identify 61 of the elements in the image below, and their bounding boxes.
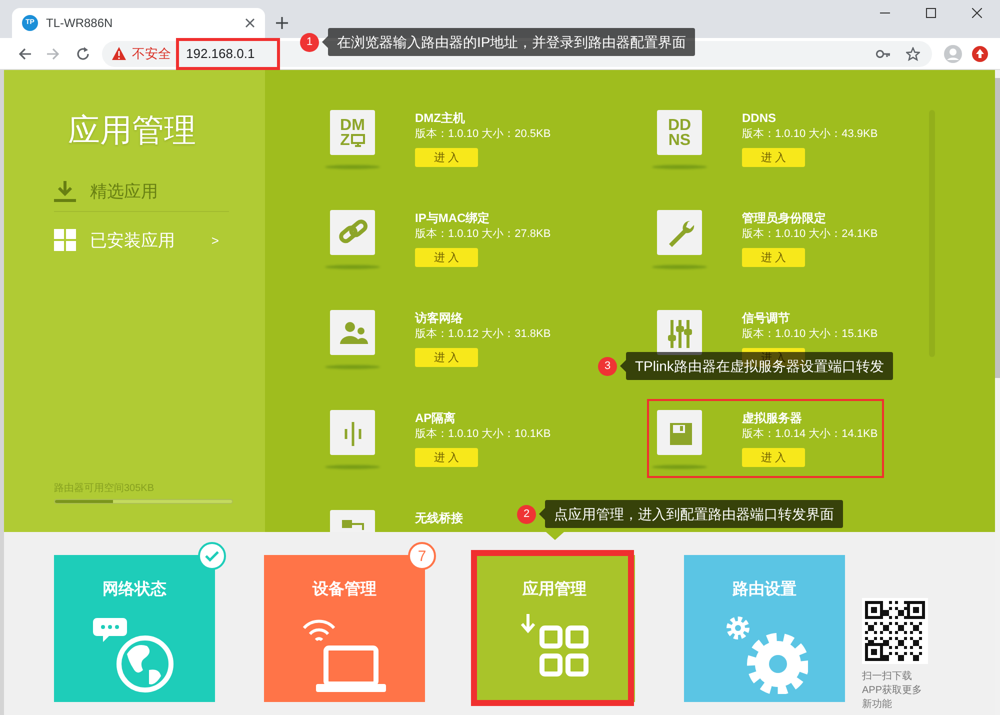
key-icon[interactable]	[876, 50, 890, 58]
callout-tail	[620, 360, 626, 372]
app-info: 版本：1.0.10 大小：24.1KB	[742, 227, 878, 242]
enter-button[interactable]: 进 入	[742, 248, 805, 267]
app-info: 版本：1.0.10 大小：27.8KB	[415, 227, 551, 242]
app-info: 版本：1.0.10 大小：20.5KB	[415, 127, 551, 142]
security-label: 不安全	[132, 44, 171, 62]
app-info: 版本：1.0.10 大小：10.1KB	[415, 427, 551, 442]
app-info: 版本：1.0.14 大小：14.1KB	[742, 427, 878, 442]
scrollbar[interactable]	[995, 70, 1000, 715]
apps-grid-icon	[520, 614, 590, 678]
icon-letters: DM	[340, 118, 365, 132]
monitor-icon	[350, 134, 365, 146]
close-icon[interactable]	[972, 8, 982, 18]
url-text: 192.168.0.1	[177, 46, 255, 61]
callout-text: 在浏览器输入路由器的IP地址，并登录到路由器配置界面	[328, 28, 696, 56]
download-icon	[54, 180, 76, 202]
arrow-text: >	[211, 232, 219, 248]
enter-button[interactable]: 进 入	[742, 148, 805, 167]
app-info: 版本：1.0.12 大小：31.8KB	[415, 327, 551, 342]
qr-code	[862, 598, 928, 664]
panel-title: 应用管理	[68, 111, 197, 150]
app-name: 管理员身份限定	[742, 210, 826, 226]
app-info: 版本：1.0.10 大小：15.1KB	[742, 327, 878, 342]
app-name: 无线桥接	[415, 510, 463, 526]
qr-caption: APP获取更多	[862, 684, 924, 698]
update-icon[interactable]	[972, 46, 988, 62]
back-icon[interactable]	[18, 46, 32, 60]
grid-icon	[54, 229, 76, 251]
qr-caption: 新功能	[862, 698, 893, 712]
new-tab-icon[interactable]	[276, 17, 288, 29]
qr-caption: 扫一扫下载	[862, 670, 913, 684]
app-name: DMZ主机	[415, 110, 465, 126]
callout-text: 点应用管理，进入到配置路由器端口转发界面	[545, 500, 843, 528]
enter-button[interactable]: 进 入	[415, 148, 478, 167]
star-icon[interactable]	[906, 46, 920, 60]
app-name: DDNS	[742, 110, 776, 126]
enter-button[interactable]: 进 入	[415, 448, 478, 467]
bridge-icon	[341, 519, 364, 531]
icon-letters: Z	[340, 132, 350, 148]
app-name: 虚拟服务器	[742, 410, 802, 426]
icon-letters: DD	[668, 118, 692, 132]
callout-tail	[322, 36, 328, 48]
icon-letters: NS	[668, 132, 691, 148]
app-info: 版本：1.0.10 大小：43.9KB	[742, 127, 878, 142]
enter-button[interactable]: 进 入	[742, 448, 805, 467]
check-icon	[205, 550, 219, 562]
app-name: 访客网络	[415, 310, 463, 326]
tab-title: TL-WR886N	[46, 16, 114, 30]
warning-icon	[112, 47, 126, 60]
app-name: 信号调节	[742, 310, 790, 326]
maximize-icon[interactable]	[926, 8, 936, 18]
enter-button[interactable]: 进 入	[415, 248, 478, 267]
scrollbar-thumb[interactable]	[995, 78, 1000, 378]
app-name: IP与MAC绑定	[415, 210, 490, 226]
app-name: AP隔离	[415, 410, 456, 426]
callout-tail	[539, 508, 545, 520]
close-icon[interactable]	[245, 18, 255, 28]
count-badge: 7	[408, 542, 436, 570]
reload-icon[interactable]	[76, 46, 90, 60]
enter-button[interactable]: 进 入	[415, 348, 478, 367]
